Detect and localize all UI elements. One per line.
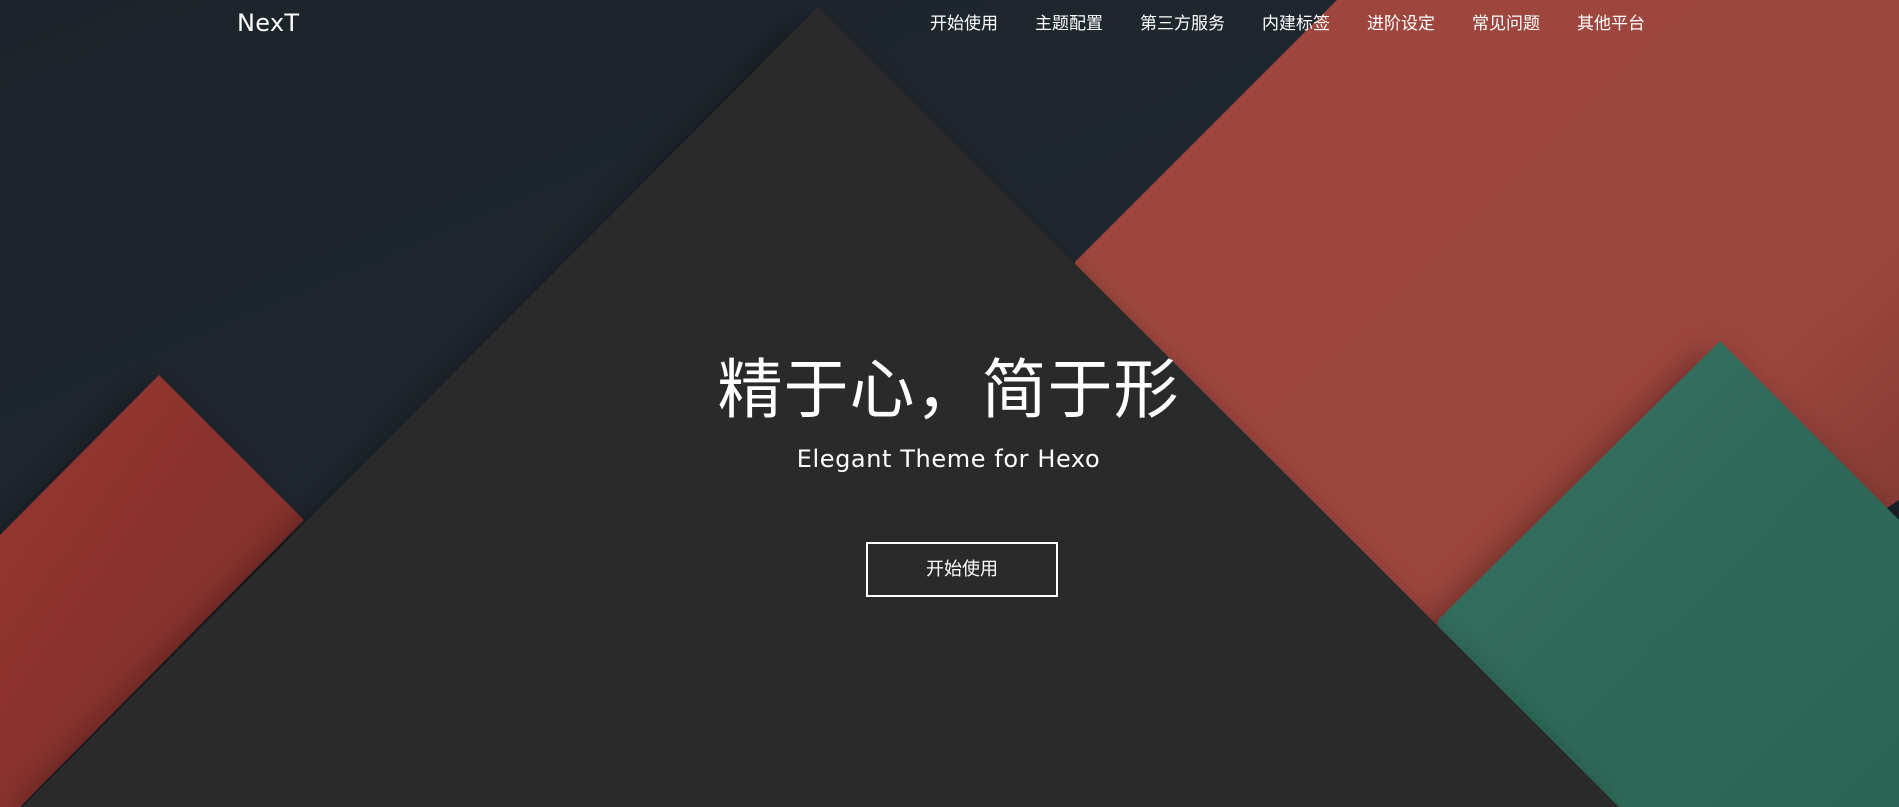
main-menu: 开始使用 主题配置 第三方服务 内建标签 进阶设定 常见问题 其他平台 (893, 12, 1645, 36)
get-started-button[interactable]: 开始使用 (866, 542, 1058, 597)
brand-logo[interactable]: NexT (237, 9, 299, 37)
geometric-background (0, 0, 1899, 807)
nav-item-theme-settings[interactable]: 主题配置 (1035, 12, 1103, 36)
nav-item-third-party-services[interactable]: 第三方服务 (1140, 12, 1225, 36)
nav-item-built-in-tags[interactable]: 内建标签 (1262, 12, 1330, 36)
landing-page: NexT 开始使用 主题配置 第三方服务 内建标签 进阶设定 常见问题 其他平台… (0, 0, 1899, 807)
nav-item-advanced-settings[interactable]: 进阶设定 (1367, 12, 1435, 36)
nav-item-faq[interactable]: 常见问题 (1472, 12, 1540, 36)
nav-item-getting-started[interactable]: 开始使用 (930, 12, 998, 36)
nav-item-other-platforms[interactable]: 其他平台 (1577, 12, 1645, 36)
top-navigation: NexT 开始使用 主题配置 第三方服务 内建标签 进阶设定 常见问题 其他平台 (0, 0, 1899, 48)
